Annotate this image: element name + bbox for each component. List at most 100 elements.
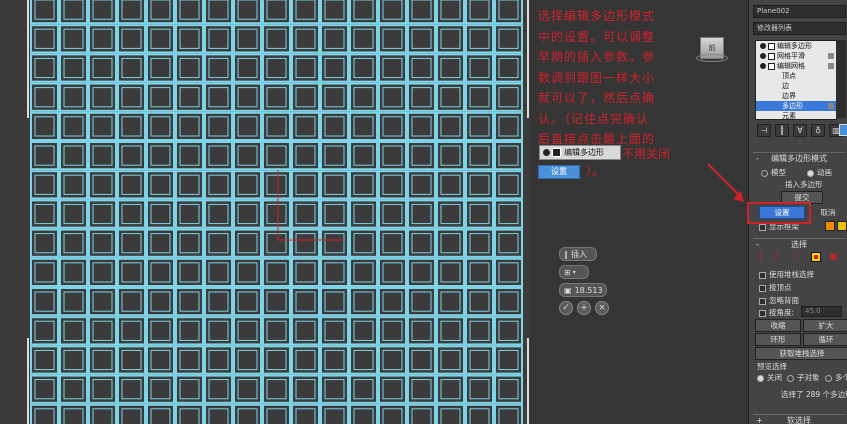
mesh-inset-face: [63, 408, 84, 424]
object-name-field[interactable]: Plane002: [753, 5, 846, 18]
mesh-inset-face: [266, 320, 287, 341]
polygon-level-icon[interactable]: [811, 252, 821, 262]
mesh-inset-face: [237, 379, 258, 400]
modifier-toggle-icon[interactable]: [828, 103, 834, 109]
subobject-item-border[interactable]: 边界: [756, 91, 836, 101]
viewport-border-left: [27, 0, 29, 118]
animate-radio[interactable]: 动画: [807, 167, 832, 178]
mesh-inset-face: [353, 203, 374, 225]
mesh-inset-face: [382, 262, 403, 283]
modifier-toggle-icon[interactable]: [828, 53, 834, 59]
subobject-item-edge[interactable]: 边: [756, 81, 836, 91]
mesh-inset-face: [382, 291, 403, 312]
shrink-button[interactable]: 收缩: [755, 319, 801, 332]
mesh-inset-face: [34, 379, 55, 400]
mesh-inset-face: [295, 0, 316, 20]
modifier-stack-item[interactable]: 网格平滑: [756, 51, 836, 61]
annotation-line: 就可以了，然后点确: [538, 91, 656, 105]
modifier-stack-item[interactable]: 编辑网格: [756, 61, 836, 71]
ok-check-icon[interactable]: ✓: [559, 301, 573, 315]
lightbulb-icon: [543, 149, 550, 156]
collapse-minus-icon: -: [756, 240, 759, 249]
modifier-stack-scrollbar[interactable]: [836, 40, 846, 118]
annotation-chip-label: 编辑多边形: [564, 148, 604, 157]
mesh-inset-face: [150, 349, 171, 371]
mesh-inset-face: [179, 408, 200, 424]
mesh-inset-face: [411, 233, 432, 254]
mesh-inset-face: [208, 408, 229, 424]
make-unique-icon[interactable]: ∀: [793, 124, 807, 137]
preview-subobject-radio[interactable]: 子对象: [787, 372, 820, 383]
mesh-inset-face: [353, 320, 374, 341]
mesh-inset-face: [382, 145, 403, 166]
cancel-button[interactable]: 取消: [809, 206, 847, 219]
rollout-selection[interactable]: - 选择: [753, 238, 845, 250]
modifier-stack-item[interactable]: 编辑多边形: [756, 41, 836, 51]
mesh-inset-face: [498, 87, 519, 108]
model-radio[interactable]: 模型: [761, 167, 786, 178]
mesh-inset-face: [469, 379, 490, 400]
preview-multi-radio[interactable]: 多个: [825, 372, 847, 383]
remove-modifier-icon[interactable]: ♁: [811, 124, 825, 137]
inset-caddy[interactable]: ‖ 插入 ⊞ ▾ ▣ 18.513 ✓ + ×: [559, 247, 629, 315]
mesh-inset-face: [92, 203, 113, 225]
mesh-inset-face: [411, 262, 432, 283]
mesh-inset-face: [63, 0, 84, 20]
subobject-item-polygon[interactable]: 多边形: [756, 101, 836, 111]
mesh-inset-face: [34, 28, 55, 49]
mesh-inset-face: [63, 87, 84, 108]
mesh-inset-face: [353, 0, 374, 20]
mesh-inset-face: [498, 349, 519, 371]
mesh-inset-face: [353, 28, 374, 49]
ring-button[interactable]: 环形: [755, 333, 801, 346]
mesh-inset-face: [121, 291, 142, 312]
caddy-amount-field[interactable]: ▣ 18.513: [559, 283, 607, 297]
mesh-inset-face: [324, 320, 345, 341]
apply-plus-icon[interactable]: +: [577, 301, 591, 315]
mesh-inset-face: [121, 203, 142, 225]
element-level-icon[interactable]: ▣: [829, 252, 838, 262]
mesh-inset-face: [440, 233, 461, 254]
mesh-inset-face: [150, 57, 171, 79]
by-angle-checkbox[interactable]: 按角度:: [759, 307, 794, 318]
settings-red-highlight: [747, 202, 811, 224]
get-stack-selection-button[interactable]: 获取堆栈选择: [755, 347, 847, 360]
vertex-level-icon[interactable]: ⁞: [759, 252, 762, 262]
ignore-backfacing-checkbox[interactable]: 忽略背面: [759, 295, 799, 306]
modifier-toggle-icon[interactable]: [828, 63, 834, 69]
use-stack-selection-checkbox[interactable]: 使用堆栈选择: [759, 269, 814, 280]
mesh-inset-face: [34, 320, 55, 341]
grow-button[interactable]: 扩大: [803, 319, 847, 332]
preview-off-radio[interactable]: 关闭: [757, 372, 782, 383]
mesh-inset-face: [469, 0, 490, 20]
mesh-inset-face: [324, 57, 345, 79]
viewcube-ring[interactable]: [696, 54, 728, 62]
show-end-result-icon[interactable]: ┃: [775, 124, 789, 137]
rollout-edit-poly-mode[interactable]: - 编辑多边形模式: [753, 152, 845, 164]
loop-button[interactable]: 循环: [803, 333, 847, 346]
caddy-inset-type-dropdown[interactable]: ⊞ ▾: [559, 265, 589, 279]
caddy-mode[interactable]: ‖ 插入: [559, 247, 597, 261]
border-level-icon[interactable]: ◌: [791, 252, 799, 262]
rollout-title: 编辑多边形模式: [771, 154, 827, 163]
edge-level-icon[interactable]: ⁄: [775, 252, 777, 262]
rollout-title: 选择: [791, 240, 807, 249]
cancel-x-icon[interactable]: ×: [595, 301, 609, 315]
mesh-inset-face: [63, 174, 84, 195]
stack-toolbar: ⊣ ┃ ∀ ♁ ▥: [757, 124, 843, 137]
mesh-inset-face: [121, 28, 142, 49]
subobject-item-element[interactable]: 元素: [756, 111, 836, 119]
mesh-inset-face: [440, 116, 461, 137]
annotation-modifier-chip: 编辑多边形: [539, 145, 621, 160]
modifier-list-dropdown[interactable]: 修改器列表: [753, 22, 846, 35]
cage-color-swatch[interactable]: [825, 221, 835, 231]
pin-stack-icon[interactable]: ⊣: [757, 124, 771, 137]
by-vertex-checkbox[interactable]: 按顶点: [759, 282, 792, 293]
by-angle-value-field[interactable]: 45.0: [801, 306, 842, 317]
rollout-soft-selection[interactable]: + 软选择: [753, 414, 845, 424]
subobject-item-vertex[interactable]: 顶点: [756, 71, 836, 81]
cage-selected-color-swatch[interactable]: [837, 221, 847, 231]
mesh-inset-face: [498, 145, 519, 166]
modifier-stack[interactable]: 编辑多边形 网格平滑 编辑网格 顶点 边 边界 多边形 元素: [755, 40, 837, 120]
viewport-perspective[interactable]: [0, 0, 530, 424]
